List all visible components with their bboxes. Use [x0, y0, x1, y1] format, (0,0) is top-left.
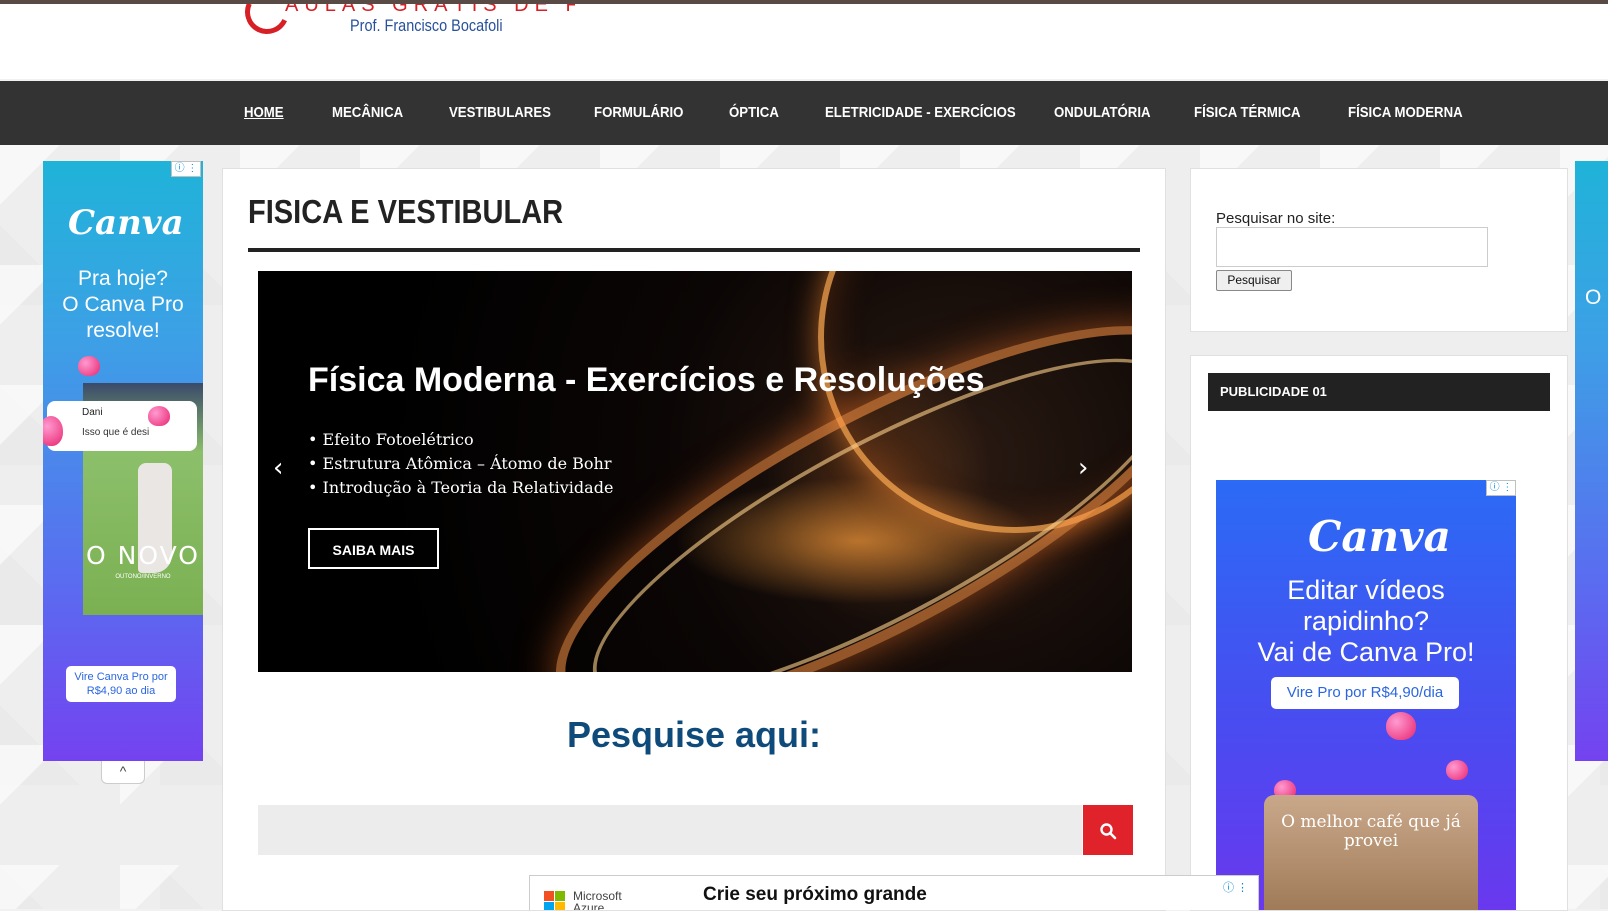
page-title: FISICA E VESTIBULAR — [248, 193, 564, 230]
ad-right-cta-button[interactable]: Vire Pro por R$4,90/dia — [1271, 677, 1459, 709]
bottom-ad-headline: Crie seu próximo grande — [703, 884, 927, 905]
slide-bullet-list: • Efeito Fotoelétrico • Estrutura Atômic… — [308, 428, 613, 500]
main-content: FISICA E VESTIBULAR Física Moderna - Exe… — [222, 168, 1166, 911]
saiba-mais-button[interactable]: SAIBA MAIS — [308, 528, 439, 569]
ad-info-icon[interactable]: ⓘ ⋮ — [1223, 879, 1248, 895]
ad-right-banner[interactable]: ⓘ ⋮ Canva Editar vídeos rapidinho? Vai d… — [1216, 480, 1516, 910]
microsoft-logo-icon — [544, 891, 566, 910]
chat-message: Isso que é desi — [82, 427, 150, 438]
canva-logo: Canva — [68, 203, 184, 243]
nav-item-mecanica[interactable]: MECÂNICA — [332, 81, 403, 145]
ad-cafe-image: O melhor café que já provei — [1264, 795, 1478, 910]
heart-icon — [1386, 712, 1416, 740]
slider-prev-arrow-icon[interactable]: ‹ — [273, 453, 283, 483]
ad-product-subtitle: OUTONO/INVERNO — [115, 574, 171, 580]
heart-icon — [43, 416, 63, 446]
heart-icon — [148, 406, 170, 426]
slide-heading: Física Moderna - Exercícios e Resoluções — [308, 361, 985, 399]
hero-slider[interactable]: Física Moderna - Exercícios e Resoluções… — [258, 271, 1132, 672]
ad-collapse-button[interactable]: ^ — [101, 761, 145, 784]
main-search-button[interactable] — [1083, 805, 1133, 855]
bottom-ad-brand: Microsoft Azure — [573, 889, 622, 910]
ad-info-icon[interactable]: ⓘ ⋮ — [1486, 480, 1516, 496]
nav-item-fisica-termica[interactable]: FÍSICA TÉRMICA — [1194, 81, 1301, 145]
ad-right-text: Editar vídeos rapidinho? Vai de Canva Pr… — [1257, 575, 1475, 667]
ad-chat-bubble: Dani Isso que é desi — [47, 401, 197, 451]
sidebar-search-widget: Pesquisar no site: Pesquisar — [1190, 168, 1568, 332]
ad-info-icon[interactable]: ⓘ ⋮ — [171, 161, 201, 177]
search-heading: Pesquise aqui: — [566, 714, 822, 755]
title-divider — [248, 248, 1140, 252]
nav-item-fisica-moderna[interactable]: FÍSICA MODERNA — [1348, 81, 1463, 145]
bottom-banner-ad[interactable]: Microsoft Azure Crie seu próximo grande … — [529, 875, 1259, 910]
nav-item-eletricidade[interactable]: ELETRICIDADE - EXERCÍCIOS — [825, 81, 1016, 145]
slide-bullet: • Introdução à Teoria da Relatividade — [308, 478, 614, 497]
sidebar-search-button[interactable]: Pesquisar — [1216, 270, 1292, 291]
widget-title: PUBLICIDADE 01 — [1208, 373, 1550, 411]
slide-bullet: • Estrutura Atômica – Átomo de Bohr — [308, 454, 612, 473]
nav-item-ondulatoria[interactable]: ONDULATÓRIA — [1054, 81, 1151, 145]
sidebar-search-label: Pesquisar no site: — [1216, 210, 1336, 227]
search-icon — [1100, 823, 1117, 840]
heart-icon — [1446, 760, 1468, 780]
ad-right-edge[interactable]: O — [1575, 161, 1608, 761]
slider-next-arrow-icon[interactable]: › — [1078, 453, 1088, 483]
site-header: AULAS GRÁTIS DE FÍSICA Prof. Francisco B… — [0, 4, 1608, 79]
site-logo[interactable]: AULAS GRÁTIS DE FÍSICA Prof. Francisco B… — [245, 4, 575, 44]
ad-cafe-text: O melhor café que já provei — [1281, 812, 1461, 851]
logo-subtitle: Prof. Francisco Bocafoli — [350, 16, 503, 35]
sidebar-ad-widget: PUBLICIDADE 01 ⓘ ⋮ Canva Editar vídeos r… — [1190, 355, 1568, 911]
main-search-input[interactable] — [258, 805, 1082, 855]
sidebar-search-input[interactable] — [1216, 227, 1488, 267]
ad-left-text: Pra hoje? O Canva Pro resolve! — [62, 267, 184, 342]
heart-icon — [78, 356, 100, 376]
nav-item-vestibulares[interactable]: VESTIBULARES — [449, 81, 551, 145]
canva-logo: Canva — [1308, 512, 1451, 561]
nav-item-formulario[interactable]: FORMULÁRIO — [594, 81, 683, 145]
ad-left-skyscraper[interactable]: ⓘ ⋮ Canva Pra hoje? O Canva Pro resolve!… — [43, 161, 203, 761]
ad-edge-text: O — [1585, 286, 1602, 309]
nav-item-optica[interactable]: ÓPTICA — [729, 81, 779, 145]
nav-item-home[interactable]: HOME — [244, 81, 284, 145]
slide-bullet: • Efeito Fotoelétrico — [308, 430, 474, 449]
ad-product-title: O NOVO — [86, 541, 200, 570]
chat-name: Dani — [82, 407, 103, 418]
ad-left-cta-button[interactable]: Vire Canva Pro por R$4,90 ao dia — [66, 666, 176, 702]
main-navigation: HOME MECÂNICA VESTIBULARES FORMULÁRIO ÓP… — [0, 81, 1608, 145]
